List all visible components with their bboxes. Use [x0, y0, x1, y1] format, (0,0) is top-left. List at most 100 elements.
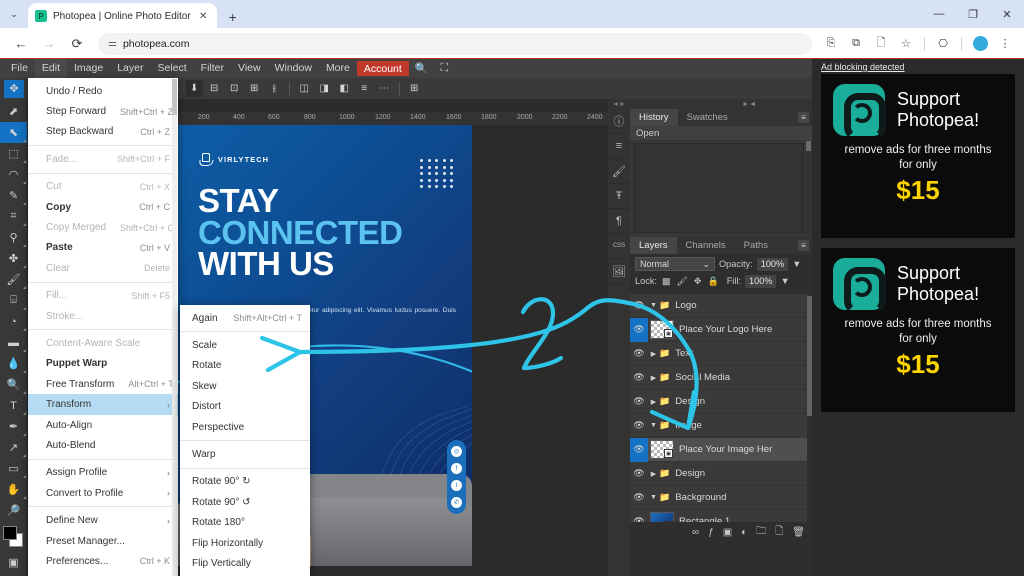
- align-left-icon[interactable]: ⊟: [206, 80, 223, 97]
- table-row[interactable]: 👁 ▣ Place Your Logo Here: [630, 317, 812, 342]
- lock-transparent-icon[interactable]: ▩: [661, 276, 672, 287]
- add-mask-icon[interactable]: ▣: [723, 527, 732, 538]
- history-scrollbar[interactable]: [806, 141, 811, 235]
- foreground-color-swatch[interactable]: [3, 526, 17, 540]
- panel-grab-handle[interactable]: ◄►: [608, 99, 630, 109]
- translate-icon[interactable]: ⧉: [845, 33, 867, 55]
- info-icon[interactable]: ⓘ: [608, 109, 630, 134]
- align-right-icon[interactable]: ⊞: [246, 80, 263, 97]
- layer-visibility-icon[interactable]: 👁: [630, 437, 648, 462]
- tab-swatches[interactable]: Swatches: [678, 109, 737, 126]
- menu-window[interactable]: Window: [268, 59, 319, 78]
- reload-icon[interactable]: ⟳: [64, 31, 90, 57]
- menu-item-rotate-180[interactable]: Rotate 180°: [180, 513, 310, 533]
- chevron-down-icon[interactable]: ▼: [648, 494, 659, 501]
- menu-item-perspective[interactable]: Perspective: [180, 417, 310, 437]
- layer-visibility-icon[interactable]: 👁: [630, 294, 648, 318]
- menu-item-local-storage[interactable]: Local Storage...: [28, 572, 178, 576]
- menu-item-again[interactable]: Again Shift+Alt+Ctrl + T: [180, 308, 310, 328]
- fullscreen-icon[interactable]: ⛶: [435, 62, 455, 75]
- adjustment-layer-icon[interactable]: ◐: [741, 527, 747, 538]
- fill-value[interactable]: 100%: [744, 274, 777, 288]
- quick-mask-icon[interactable]: ▣: [0, 552, 27, 573]
- menu-select[interactable]: Select: [150, 59, 193, 78]
- table-row[interactable]: 👁 ▼ 📁 Background: [630, 486, 812, 510]
- tool-type[interactable]: T: [0, 395, 27, 416]
- menu-more[interactable]: More: [319, 59, 357, 78]
- tool-magic-wand[interactable]: ✎: [0, 185, 27, 206]
- tool-shape[interactable]: ▭: [0, 458, 27, 479]
- menu-view[interactable]: View: [231, 59, 268, 78]
- transform-submenu[interactable]: Again Shift+Alt+Ctrl + T Scale Rotate Sk…: [180, 305, 310, 576]
- table-row[interactable]: 👁 ▶ 📁 Text: [630, 342, 812, 366]
- menu-item-rotate-90-cw[interactable]: Rotate 90° ↻: [180, 472, 310, 492]
- align-top-icon[interactable]: ⬇: [185, 80, 203, 97]
- panel-collapse-handle[interactable]: ►◄: [630, 99, 812, 109]
- tool-artboard[interactable]: ⬉: [0, 122, 27, 143]
- tool-hand[interactable]: ✋: [0, 479, 27, 500]
- css-icon[interactable]: CSS: [608, 234, 630, 259]
- layer-visibility-icon[interactable]: 👁: [630, 366, 648, 390]
- dist-right-icon[interactable]: ◧: [336, 80, 353, 97]
- tool-dodge[interactable]: 🔍: [0, 374, 27, 395]
- tool-brush[interactable]: 🖌: [0, 269, 27, 290]
- menu-item-paste[interactable]: Paste Ctrl + V: [28, 238, 178, 258]
- menu-item-warp[interactable]: Warp: [180, 444, 310, 464]
- lock-position-icon[interactable]: ✥: [693, 276, 703, 287]
- menu-item-scale[interactable]: Scale: [180, 335, 310, 355]
- minimize-icon[interactable]: —: [922, 0, 956, 28]
- panel-menu-icon[interactable]: ≡: [798, 112, 809, 123]
- new-tab-button[interactable]: +: [222, 6, 244, 28]
- menu-edit[interactable]: Edit: [34, 59, 68, 78]
- menu-image[interactable]: Image: [67, 59, 110, 78]
- tool-lasso[interactable]: ◠: [0, 164, 27, 185]
- tab-paths[interactable]: Paths: [735, 237, 777, 254]
- menu-item-assign-profile[interactable]: Assign Profile ›: [28, 463, 178, 483]
- window-close-icon[interactable]: ✕: [990, 0, 1024, 28]
- table-row[interactable]: 👁 ▼ 📁 Logo: [630, 294, 812, 318]
- close-icon[interactable]: ✕: [197, 11, 210, 22]
- tool-rect-select[interactable]: ⬚: [0, 143, 27, 164]
- menu-file[interactable]: File: [4, 59, 35, 78]
- distribute-v-icon[interactable]: ⫲: [266, 80, 283, 97]
- tool-gradient[interactable]: ▬: [0, 332, 27, 353]
- table-row[interactable]: 👁 ▶ 📁 Social Media: [630, 366, 812, 390]
- lock-paint-icon[interactable]: 🖌: [675, 276, 688, 287]
- menu-item-flip-horizontally[interactable]: Flip Horizontally: [180, 533, 310, 553]
- character-icon[interactable]: Ŧ: [608, 184, 630, 209]
- tab-search-chevron-icon[interactable]: ⌄: [0, 0, 28, 28]
- tool-path-select[interactable]: ↗: [0, 437, 27, 458]
- foreground-background-colors[interactable]: [0, 524, 27, 552]
- ad-card[interactable]: Support Photopea! remove ads for three m…: [821, 248, 1015, 412]
- layer-visibility-icon[interactable]: 👁: [630, 342, 648, 366]
- layer-visibility-icon[interactable]: 👁: [630, 510, 648, 522]
- tool-blur[interactable]: 💧: [0, 353, 27, 374]
- chevron-right-icon[interactable]: ▶: [648, 398, 659, 406]
- chrome-menu-icon[interactable]: ⋮: [994, 33, 1016, 55]
- bookmark-star-icon[interactable]: ☆: [895, 33, 917, 55]
- menu-item-convert-to-profile[interactable]: Convert to Profile ›: [28, 483, 178, 503]
- menu-item-preset-manager[interactable]: Preset Manager...: [28, 531, 178, 551]
- dist-left-icon[interactable]: ◫: [296, 80, 313, 97]
- ad-blocking-notice[interactable]: Ad blocking detected: [812, 59, 1024, 74]
- new-group-icon[interactable]: 🗀: [756, 524, 766, 541]
- table-row[interactable]: 👁 ▣ Place Your Image Her: [630, 437, 812, 462]
- tab-layers[interactable]: Layers: [630, 237, 677, 254]
- layer-visibility-icon[interactable]: 👁: [630, 390, 648, 414]
- layers-list[interactable]: 👁 ▼ 📁 Logo 👁 ▣ Place Your Logo Here 👁 ▶ …: [630, 294, 812, 522]
- account-button[interactable]: Account: [356, 61, 409, 76]
- brush-settings-icon[interactable]: 🖌: [608, 159, 630, 184]
- tool-eraser[interactable]: ◔: [0, 311, 27, 332]
- browser-tab[interactable]: P Photopea | Online Photo Editor ✕: [28, 3, 217, 29]
- edit-dropdown-menu[interactable]: Undo / Redo Step Forward Shift+Ctrl + Z …: [28, 78, 178, 576]
- opacity-value[interactable]: 100%: [756, 257, 789, 271]
- site-settings-icon[interactable]: ⚌: [108, 38, 117, 49]
- layer-visibility-icon[interactable]: 👁: [630, 414, 648, 438]
- back-icon[interactable]: ←: [8, 31, 34, 57]
- menu-item-step-forward[interactable]: Step Forward Shift+Ctrl + Z: [28, 101, 178, 121]
- menu-item-auto-align[interactable]: Auto-Align: [28, 415, 178, 435]
- forward-icon[interactable]: →: [36, 31, 62, 57]
- tool-pen[interactable]: ✒: [0, 416, 27, 437]
- chevron-down-icon[interactable]: ▼: [648, 302, 659, 309]
- layer-visibility-icon[interactable]: 👁: [630, 462, 648, 486]
